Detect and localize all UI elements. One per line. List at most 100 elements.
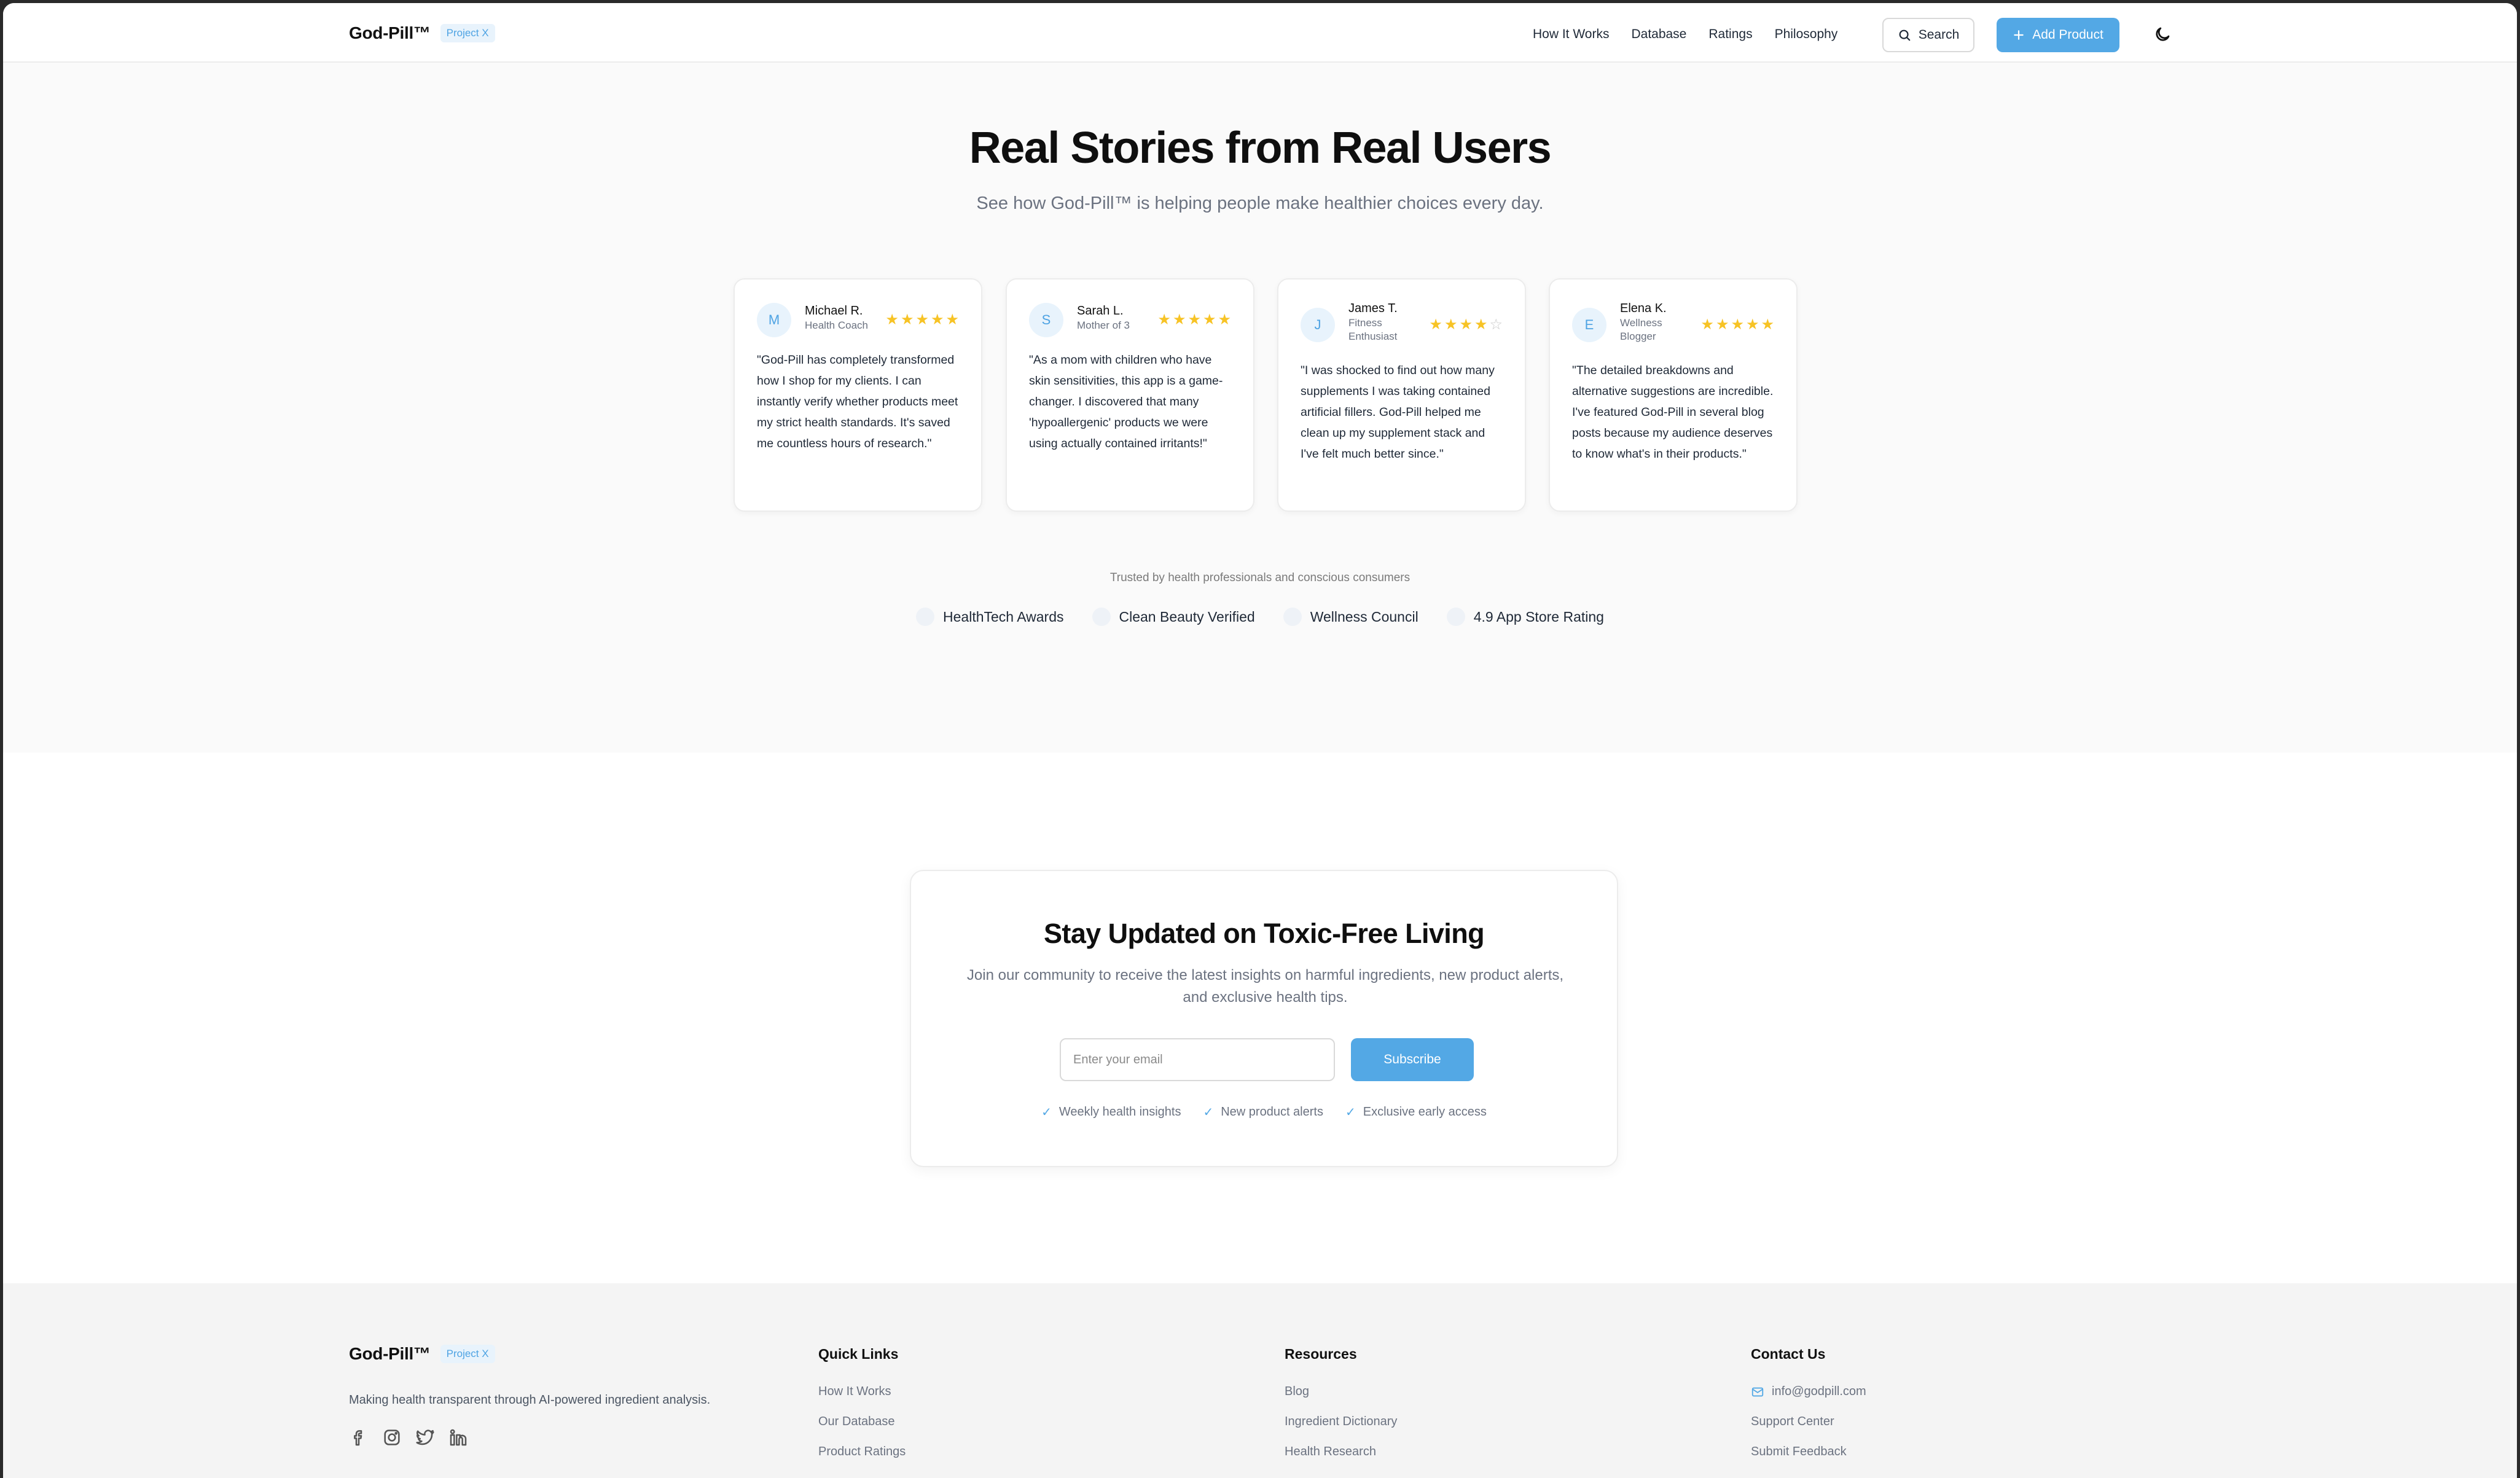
- nav-link-how-it-works[interactable]: How It Works: [1533, 27, 1609, 42]
- testimonials-title: Real Stories from Real Users: [969, 123, 1552, 173]
- brand-logo[interactable]: God-Pill™ Project X: [349, 23, 495, 43]
- star-filled-icon: ★: [1715, 316, 1729, 333]
- twitter-icon[interactable]: [415, 1428, 435, 1447]
- trust-badges: HealthTech Awards Clean Beauty Verified …: [3, 608, 2517, 626]
- reviewer-name: Elena K.: [1620, 302, 1667, 315]
- check-icon: ✓: [1203, 1106, 1214, 1119]
- star-filled-icon: ★: [1745, 316, 1759, 333]
- trust-badge-clean-beauty: Clean Beauty Verified: [1092, 608, 1255, 626]
- footer-link[interactable]: Health Research: [1285, 1445, 1397, 1459]
- testimonial-card: M Michael R. Health Coach ★ ★ ★ ★ ★ "God-Pil…: [734, 278, 982, 512]
- testimonial-card: S Sarah L. Mother of 3 ★ ★ ★ ★ ★ "As a mom w…: [1006, 278, 1254, 512]
- nav-link-ratings[interactable]: Ratings: [1708, 27, 1752, 42]
- reviewer-role: Health Coach: [805, 319, 869, 331]
- star-rating: ★ ★ ★ ★ ★: [885, 313, 959, 327]
- newsletter-subtitle: Join our community to receive the latest…: [966, 967, 1564, 1006]
- reviewer-role: Mother of 3: [1077, 319, 1130, 331]
- nav-links: How It Works Database Ratings Philosophy: [1533, 27, 1837, 42]
- star-rating: ★ ★ ★ ★ ☆: [1429, 318, 1503, 332]
- perk-item: ✓ Exclusive early access: [1345, 1105, 1487, 1120]
- social-links: [349, 1428, 468, 1447]
- moon-icon[interactable]: [2153, 25, 2172, 44]
- footer-link[interactable]: Product Ratings: [818, 1445, 906, 1459]
- footer-link-list: Blog Ingredient Dictionary Health Resear…: [1285, 1385, 1397, 1459]
- check-icon: ✓: [1345, 1106, 1356, 1119]
- council-icon: [1283, 608, 1302, 626]
- footer-link[interactable]: Our Database: [818, 1415, 906, 1429]
- newsletter-perks: ✓ Weekly health insights ✓ New product a…: [911, 1105, 1617, 1120]
- testimonials-subtitle: See how God-Pill™ is helping people make…: [976, 194, 1544, 213]
- plus-icon: [2014, 30, 2024, 40]
- facebook-icon[interactable]: [349, 1428, 369, 1447]
- add-product-label: Add Product: [2032, 28, 2103, 42]
- perk-label: Weekly health insights: [1058, 1105, 1181, 1119]
- star-filled-icon: ★: [1731, 316, 1744, 333]
- footer-email-label: info@godpill.com: [1772, 1385, 1866, 1398]
- star-filled-icon: ★: [1188, 311, 1201, 328]
- email-input[interactable]: [1060, 1038, 1335, 1081]
- star-rating: ★ ★ ★ ★ ★: [1157, 313, 1231, 327]
- award-icon: [916, 608, 935, 626]
- reviewer-info: Elena K. Wellness Blogger: [1620, 300, 1688, 343]
- testimonial-quote: "The detailed breakdowns and alternative…: [1572, 364, 1774, 461]
- perk-item: ✓ Weekly health insights: [1041, 1105, 1181, 1120]
- star-filled-icon: ★: [1761, 316, 1774, 333]
- top-navbar: God-Pill™ Project X How It Works Databas…: [3, 3, 2517, 63]
- reviewer-name: James T.: [1348, 302, 1398, 315]
- trust-badge-label: Clean Beauty Verified: [1119, 608, 1255, 625]
- trust-badge-healthtech: HealthTech Awards: [916, 608, 1064, 626]
- footer-brand[interactable]: God-Pill™ Project X: [349, 1344, 495, 1364]
- star-filled-icon: ★: [1459, 316, 1473, 333]
- footer-link[interactable]: Blog: [1285, 1385, 1397, 1399]
- footer-column-title: Resources: [1285, 1346, 1357, 1362]
- footer-email-link[interactable]: info@godpill.com: [1751, 1385, 1866, 1399]
- reviewer-role: Wellness Blogger: [1620, 317, 1662, 342]
- reviewer-role: Fitness Enthusiast: [1348, 317, 1398, 342]
- footer-link[interactable]: Ingredient Dictionary: [1285, 1415, 1397, 1429]
- avatar: M: [757, 303, 791, 337]
- trust-badge-app-rating: 4.9 App Store Rating: [1446, 608, 1604, 626]
- linkedin-icon[interactable]: [448, 1428, 468, 1447]
- avatar: S: [1029, 303, 1063, 337]
- instagram-icon[interactable]: [382, 1428, 402, 1447]
- footer-project-badge: Project X: [440, 1345, 495, 1363]
- testimonial-card: E Elena K. Wellness Blogger ★ ★ ★ ★ ★ "The d…: [1549, 278, 1798, 512]
- footer-column-title: Contact Us: [1751, 1346, 1826, 1362]
- trust-badge-label: Wellness Council: [1310, 608, 1418, 625]
- nav-link-philosophy[interactable]: Philosophy: [1775, 27, 1838, 42]
- footer-tagline: Making health transparent through AI-pow…: [349, 1393, 711, 1407]
- star-filled-icon: ★: [1218, 311, 1231, 328]
- testimonial-quote: "I was shocked to find out how many supp…: [1301, 364, 1495, 461]
- star-filled-icon: ★: [1700, 316, 1714, 333]
- add-product-button[interactable]: Add Product: [1997, 18, 2119, 52]
- footer-link[interactable]: Submit Feedback: [1751, 1445, 1866, 1459]
- subscribe-button[interactable]: Subscribe: [1351, 1038, 1474, 1081]
- star-filled-icon: ★: [1172, 311, 1186, 328]
- testimonial-quote: "As a mom with children who have skin se…: [1029, 353, 1223, 450]
- footer-column-quick-links: Quick Links How It Works Our Database Pr…: [818, 1346, 906, 1459]
- nav-link-database[interactable]: Database: [1631, 27, 1686, 42]
- footer-link[interactable]: How It Works: [818, 1385, 906, 1399]
- reviewer-info: Michael R. Health Coach: [805, 303, 872, 332]
- footer-column-title: Quick Links: [818, 1346, 899, 1362]
- newsletter-card: Stay Updated on Toxic-Free Living Join o…: [910, 870, 1618, 1167]
- star-filled-icon: ★: [1429, 316, 1442, 333]
- star-filled-icon: ★: [930, 311, 944, 328]
- search-button[interactable]: Search: [1882, 18, 1974, 52]
- footer-link[interactable]: Support Center: [1751, 1415, 1866, 1429]
- footer-column-resources: Resources Blog Ingredient Dictionary Hea…: [1285, 1346, 1397, 1459]
- perk-label: New product alerts: [1221, 1105, 1323, 1119]
- star-filled-icon: ★: [1474, 316, 1488, 333]
- footer-brand-name: God-Pill™: [349, 1344, 431, 1363]
- avatar: J: [1301, 308, 1335, 342]
- trust-badge-wellness-council: Wellness Council: [1283, 608, 1418, 626]
- newsletter-title: Stay Updated on Toxic-Free Living: [1044, 918, 1485, 949]
- brand-name: God-Pill™: [349, 23, 431, 42]
- star-filled-icon: ★: [900, 311, 914, 328]
- check-icon: ✓: [1041, 1106, 1052, 1119]
- trust-badge-label: 4.9 App Store Rating: [1473, 608, 1604, 625]
- star-filled-icon: ★: [885, 311, 899, 328]
- browser-page: God-Pill™ Project X How It Works Databas…: [3, 3, 2517, 1478]
- search-icon: [1899, 29, 1911, 41]
- site-footer: God-Pill™ Project X Making health transp…: [3, 1283, 2517, 1478]
